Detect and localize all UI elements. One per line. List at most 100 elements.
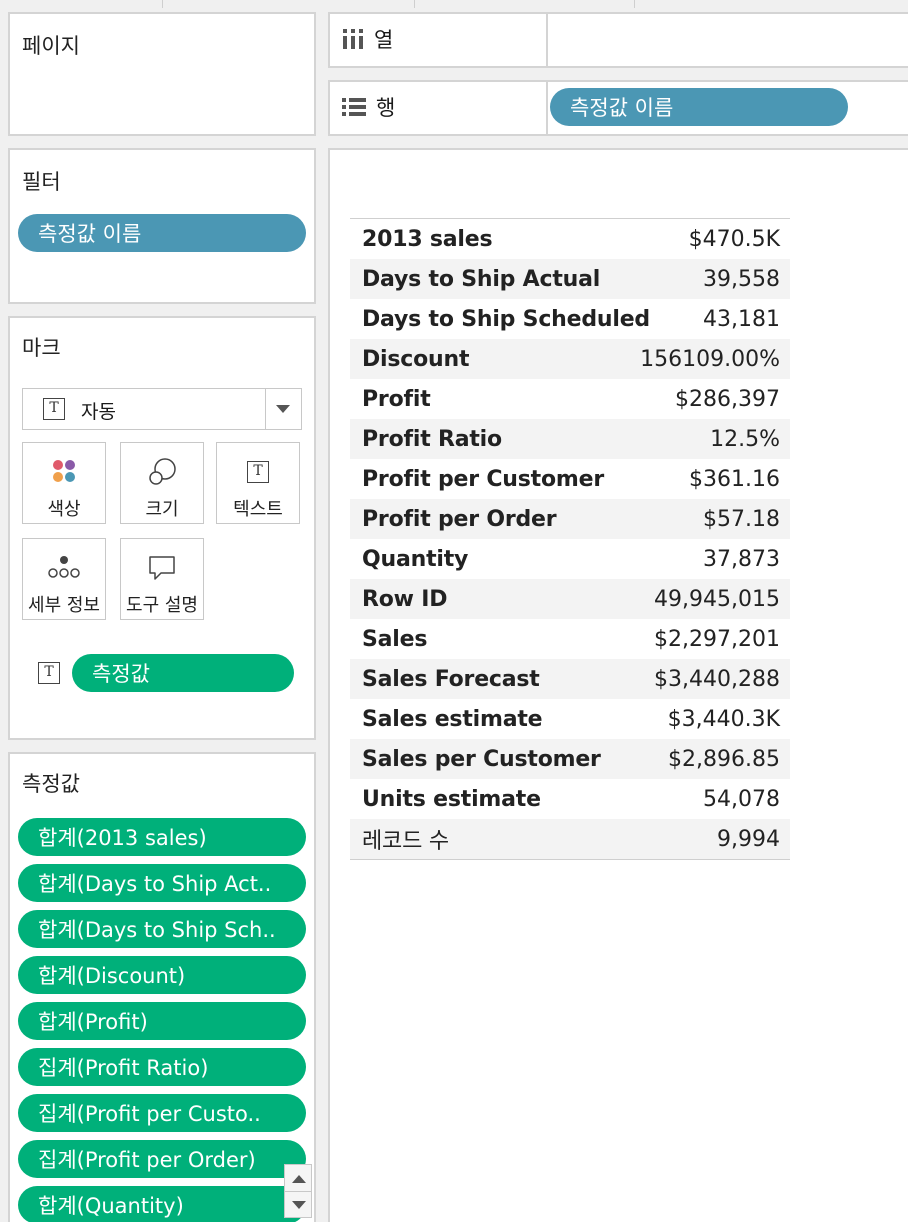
shelf-divider	[546, 82, 548, 134]
mark-type-label: 자동	[81, 401, 116, 423]
row-measure-value: $2,297,201	[654, 626, 780, 652]
measure-pill[interactable]: 합계(2013 sales)	[18, 818, 306, 856]
text-pill-measure-values[interactable]: 측정값	[72, 654, 294, 692]
table-row[interactable]: Sales Forecast $3,440,288	[350, 659, 790, 699]
scroll-up-arrow-icon[interactable]	[292, 1175, 306, 1183]
size-circles-icon	[149, 458, 176, 485]
row-measure-value: 54,078	[703, 786, 780, 812]
measure-list-scrollbar[interactable]	[284, 1164, 312, 1218]
rows-shelf-label-group: 행	[342, 92, 395, 122]
row-measure-value: 39,558	[703, 266, 780, 292]
pages-panel[interactable]: 페이지	[8, 12, 316, 136]
table-row[interactable]: Days to Ship Actual 39,558	[350, 259, 790, 299]
filter-pill-measure-names[interactable]: 측정값 이름	[18, 214, 306, 252]
measure-pill[interactable]: 집계(Profit per Order)	[18, 1140, 306, 1178]
detail-button[interactable]: 세부 정보	[22, 538, 106, 620]
columns-shelf-label-group: 열	[342, 24, 393, 54]
size-button[interactable]: 크기	[120, 442, 204, 524]
table-row[interactable]: Profit per Customer $361.16	[350, 459, 790, 499]
row-measure-value: $3,440.3K	[667, 706, 780, 732]
mark-type-dropdown[interactable]: T 자동	[22, 388, 302, 430]
row-measure-value: 49,945,015	[654, 586, 780, 612]
row-measure-name: Discount	[362, 346, 470, 372]
marks-panel[interactable]: 마크 T 자동 색상 크기 T 텍스트 세부 정보 도구 설명 T 측정값	[8, 316, 316, 740]
row-measure-name: Profit per Order	[362, 506, 557, 532]
row-measure-name: Sales	[362, 626, 428, 652]
row-measure-name: 2013 sales	[362, 226, 493, 252]
row-measure-value: 12.5%	[710, 426, 780, 452]
marks-title: 마크	[22, 336, 61, 360]
row-measure-name: Sales estimate	[362, 706, 543, 732]
row-measure-value: 43,181	[703, 306, 780, 332]
measure-pill[interactable]: 합계(Discount)	[18, 956, 306, 994]
measure-pill[interactable]: 합계(Quantity)	[18, 1186, 306, 1222]
columns-shelf[interactable]: 열	[328, 12, 908, 68]
measure-table: 2013 sales $470.5K Days to Ship Actual 39,5…	[350, 218, 790, 860]
row-measure-value: $57.18	[703, 506, 780, 532]
chevron-down-icon[interactable]	[276, 405, 290, 413]
table-row[interactable]: Profit $286,397	[350, 379, 790, 419]
row-measure-name: Days to Ship Scheduled	[362, 306, 650, 332]
shelf-divider	[546, 14, 548, 66]
size-button-label: 크기	[145, 499, 179, 520]
table-row[interactable]: Units estimate 54,078	[350, 779, 790, 819]
row-measure-name: Units estimate	[362, 786, 541, 812]
row-measure-value: $361.16	[689, 466, 780, 492]
table-row[interactable]: Sales per Customer $2,896.85	[350, 739, 790, 779]
measure-pill[interactable]: 합계(Profit)	[18, 1002, 306, 1040]
text-mark-icon: T	[43, 398, 65, 420]
row-measure-name: Days to Ship Actual	[362, 266, 601, 292]
measure-values-panel[interactable]: 측정값 합계(2013 sales) 합계(Days to Ship Act..…	[8, 752, 316, 1222]
top-tab-strip	[0, 0, 908, 8]
text-t-icon: T	[247, 461, 269, 483]
row-measure-value: 156109.00%	[640, 346, 780, 372]
detail-dots-icon	[48, 556, 80, 578]
row-measure-name: 레코드 수	[362, 829, 449, 854]
table-row[interactable]: Discount 156109.00%	[350, 339, 790, 379]
row-measure-name: Profit per Customer	[362, 466, 604, 492]
table-row[interactable]: Profit Ratio 12.5%	[350, 419, 790, 459]
rows-shelf[interactable]: 행 측정값 이름	[328, 80, 908, 136]
table-row[interactable]: Sales estimate $3,440.3K	[350, 699, 790, 739]
text-encoding-icon: T	[38, 662, 60, 684]
tab-separator	[414, 0, 415, 8]
filters-title: 필터	[22, 170, 61, 194]
tooltip-bubble-icon	[149, 556, 175, 580]
table-row[interactable]: Profit per Order $57.18	[350, 499, 790, 539]
text-button-label: 텍스트	[233, 499, 283, 520]
text-button[interactable]: T 텍스트	[216, 442, 300, 524]
table-row[interactable]: Quantity 37,873	[350, 539, 790, 579]
measure-pill[interactable]: 합계(Days to Ship Sch..	[18, 910, 306, 948]
table-row[interactable]: 2013 sales $470.5K	[350, 219, 790, 259]
row-measure-name: Sales per Customer	[362, 746, 601, 772]
detail-button-label: 세부 정보	[28, 595, 100, 616]
tooltip-button[interactable]: 도구 설명	[120, 538, 204, 620]
color-dots-icon	[53, 460, 75, 482]
table-row[interactable]: Sales $2,297,201	[350, 619, 790, 659]
measure-pill[interactable]: 집계(Profit per Custo..	[18, 1094, 306, 1132]
row-measure-value: $3,440,288	[654, 666, 780, 692]
tooltip-button-label: 도구 설명	[126, 595, 198, 616]
table-row[interactable]: Days to Ship Scheduled 43,181	[350, 299, 790, 339]
row-measure-value: $286,397	[675, 386, 780, 412]
tab-separator	[634, 0, 635, 8]
row-measure-value: 9,994	[717, 826, 780, 852]
color-button-label: 색상	[47, 499, 81, 520]
row-measure-name: Profit Ratio	[362, 426, 502, 452]
row-measure-value: $470.5K	[688, 226, 780, 252]
view-canvas[interactable]: 2013 sales $470.5K Days to Ship Actual 39,5…	[328, 148, 908, 1222]
scrollbar-divider	[285, 1191, 311, 1192]
measure-values-title: 측정값	[22, 772, 80, 796]
table-row[interactable]: Row ID 49,945,015	[350, 579, 790, 619]
filters-panel[interactable]: 필터 측정값 이름	[8, 148, 316, 304]
row-measure-name: Quantity	[362, 546, 469, 572]
table-row[interactable]: 레코드 수 9,994	[350, 819, 790, 859]
row-measure-value: $2,896.85	[668, 746, 780, 772]
measure-pill[interactable]: 집계(Profit Ratio)	[18, 1048, 306, 1086]
columns-icon	[343, 29, 363, 49]
rows-icon	[342, 98, 366, 116]
color-button[interactable]: 색상	[22, 442, 106, 524]
rows-pill-measure-names[interactable]: 측정값 이름	[550, 88, 848, 126]
measure-pill[interactable]: 합계(Days to Ship Act..	[18, 864, 306, 902]
scroll-down-arrow-icon[interactable]	[292, 1201, 306, 1209]
